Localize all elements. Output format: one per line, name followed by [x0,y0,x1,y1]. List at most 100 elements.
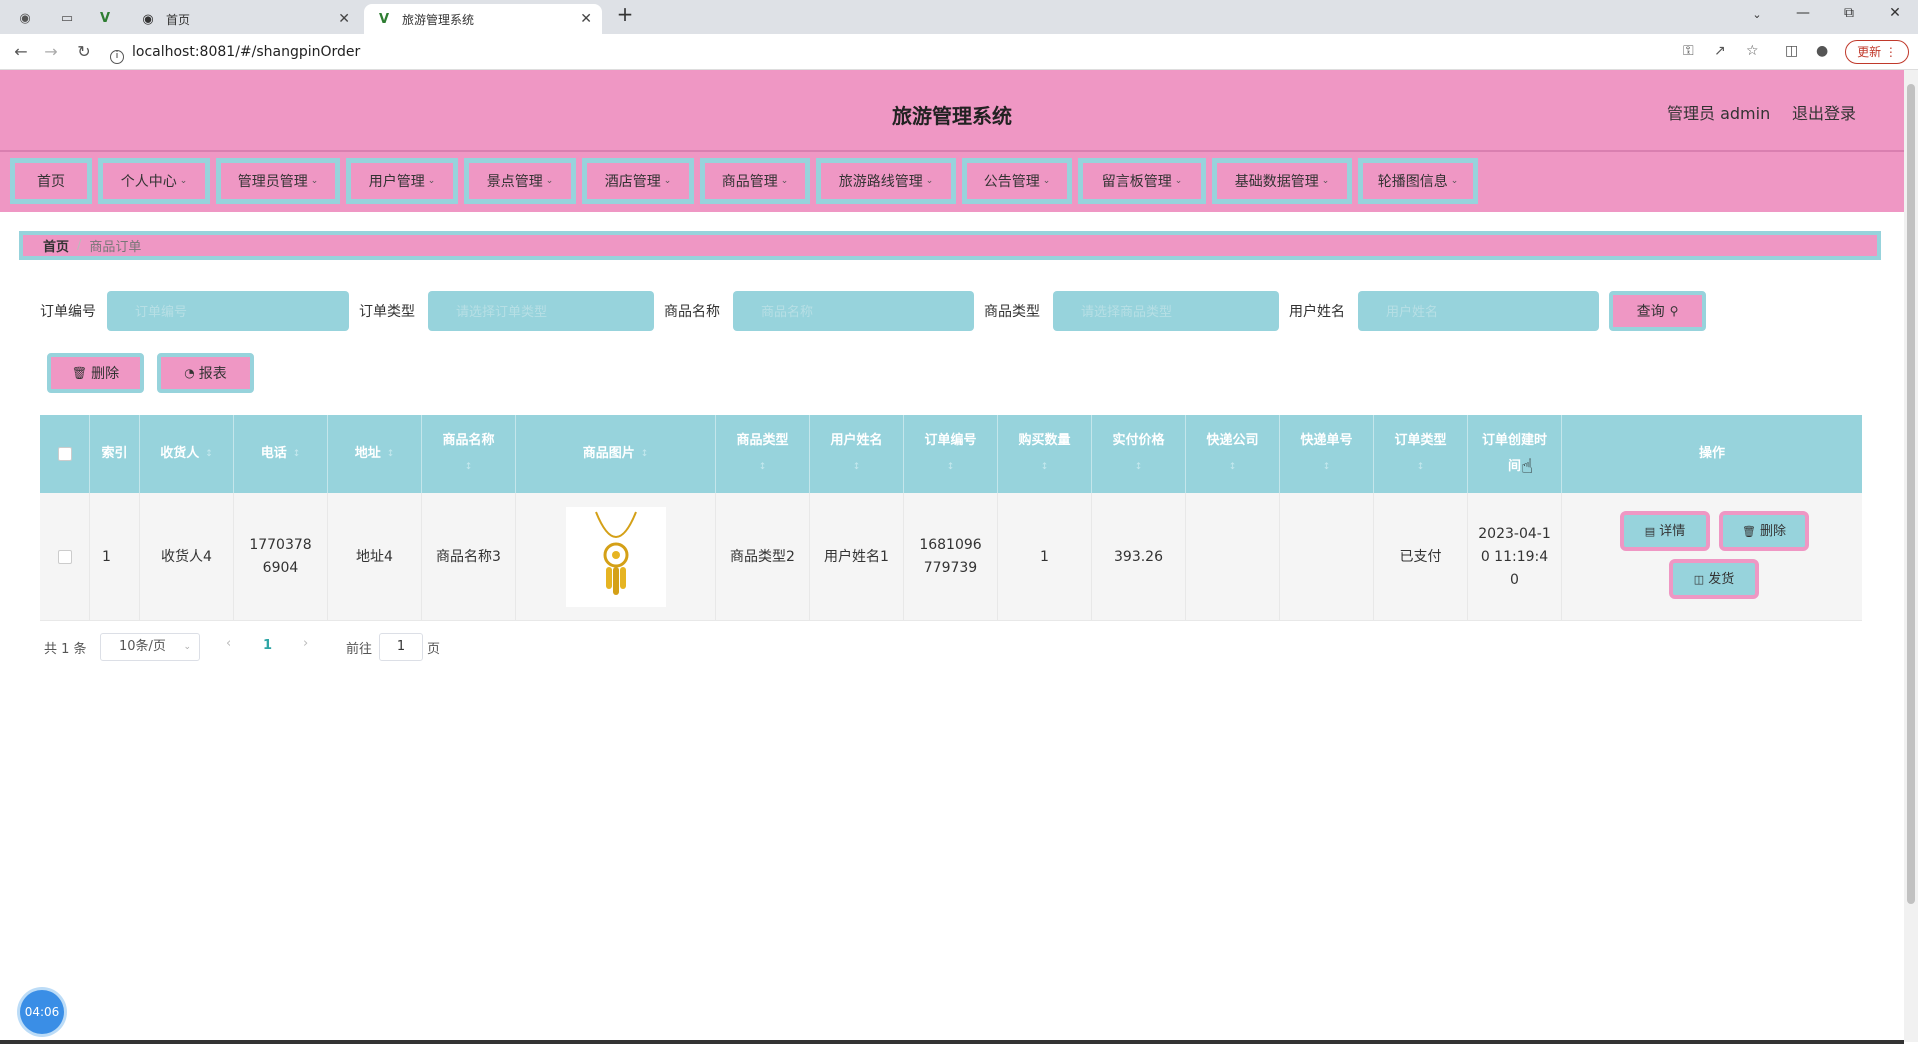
cell-phone: 17703786904 [234,493,328,621]
order-no-input[interactable] [107,291,349,331]
row-delete-button[interactable]: 🗑 删除 [1719,511,1809,551]
forward-icon[interactable]: → [40,42,62,61]
key-icon[interactable]: ⚿ [1683,43,1694,59]
nav-item-routes[interactable]: 旅游路线管理 ⌄ [816,158,956,204]
nav-item-notices[interactable]: 公告管理 ⌄ [962,158,1072,204]
minimize-button[interactable]: — [1791,5,1815,21]
breadcrumb-home[interactable]: 首页 [43,236,69,255]
globe-icon: ◉ [142,11,154,27]
sort-icon: ↕ [1322,462,1331,472]
nav-item-products[interactable]: 商品管理 ⌄ [700,158,810,204]
cell-product-name: 商品名称3 [422,493,516,621]
col-address[interactable]: 地址 ↕ [328,415,422,493]
col-product-image[interactable]: 商品图片 ↕ [516,415,716,493]
current-user: 管理员 admin [1667,104,1771,123]
col-product-name[interactable]: 商品名称 ↕ [422,415,516,493]
star-icon[interactable]: ☆ [1746,43,1759,59]
share-icon[interactable]: ↗ [1714,43,1726,59]
prev-page-icon[interactable]: ‹ [226,636,231,651]
col-order-type[interactable]: 订单类型 ↕ [1374,415,1468,493]
nav-item-users[interactable]: 用户管理 ⌄ [346,158,458,204]
profile-icon[interactable]: ● [1816,43,1828,59]
restore-button[interactable]: ⧉ [1837,5,1861,21]
cell-product-type: 商品类型2 [716,493,810,621]
chevron-down-icon: ⌄ [310,176,319,186]
col-express-company[interactable]: 快递公司 ↕ [1186,415,1280,493]
browser-tab-active[interactable]: V 旅游管理系统 ✕ [364,4,602,34]
col-price[interactable]: 实付价格 ↕ [1092,415,1186,493]
query-button[interactable]: 查询 ⚲ [1609,291,1706,331]
row-checkbox[interactable] [57,550,72,564]
goto-page-input[interactable]: 1 [379,633,423,661]
reload-icon[interactable]: ↻ [73,42,95,61]
select-all-cell [40,415,90,493]
col-order-no[interactable]: 订单编号 ↕ [904,415,998,493]
pinned-tab-icon[interactable]: ▭ [57,8,77,28]
vue-tab-icon[interactable]: V [95,8,115,28]
col-receiver[interactable]: 收货人 ↕ [140,415,234,493]
product-image[interactable] [565,507,666,607]
user-name-label: 用户姓名 [1289,304,1345,320]
info-icon: i [110,50,124,64]
col-product-type[interactable]: 商品类型 ↕ [716,415,810,493]
cell-created-time: 2023-04-10 11:19:40 [1468,493,1562,621]
book-icon: ◫ [1693,572,1705,586]
page-scrollbar[interactable] [1904,70,1918,1042]
close-icon[interactable]: ✕ [338,11,350,27]
order-type-select[interactable] [428,291,654,331]
sort-icon: ↕ [640,449,649,459]
cell-express-no [1280,493,1374,621]
ship-button[interactable]: ◫ 发货 [1669,559,1759,599]
col-index[interactable]: 索引 [90,415,140,493]
scrollbar-thumb[interactable] [1907,84,1915,904]
col-quantity[interactable]: 购买数量 ↕ [998,415,1092,493]
sidebar-icon[interactable]: ◫ [1785,43,1798,59]
bottom-border [0,1040,1904,1044]
pinned-tab-icon[interactable]: ◉ [15,8,35,28]
select-all-checkbox[interactable] [57,447,72,461]
pagination-total: 共 1 条 [44,642,87,657]
cell-quantity: 1 [998,493,1092,621]
back-icon[interactable]: ← [10,42,32,61]
url-field[interactable]: i localhost:8081/#/shangpinOrder [110,40,360,64]
nav-item-messages[interactable]: 留言板管理 ⌄ [1078,158,1206,204]
trash-icon: 🗑 [71,366,88,380]
page-number[interactable]: 1 [263,638,272,653]
nav-item-attractions[interactable]: 景点管理 ⌄ [464,158,576,204]
app-header: 旅游管理系统 管理员 admin 退出登录 [0,70,1904,152]
batch-delete-button[interactable]: 🗑 删除 [47,353,144,393]
new-tab-button[interactable]: + [613,2,637,26]
page-size-select[interactable]: 10条/页 ⌄ [100,633,200,661]
nav-item-hotels[interactable]: 酒店管理 ⌄ [582,158,694,204]
col-created-time[interactable]: 订单创建时间 [1468,415,1562,493]
cell-operations: ▤ 详情 🗑 删除 ◫ 发货 [1562,493,1862,621]
next-page-icon[interactable]: › [303,636,308,651]
nav-item-profile[interactable]: 个人中心 ⌄ [98,158,210,204]
chevron-down-icon: ⌄ [1321,176,1330,186]
chevron-down-icon: ⌄ [183,642,191,652]
logout-link[interactable]: 退出登录 [1792,100,1856,124]
app-title: 旅游管理系统 [892,104,1012,128]
cell-index: 1 [90,493,140,621]
report-button[interactable]: ◔ 报表 [157,353,254,393]
sort-icon: ↕ [852,462,861,472]
close-icon[interactable]: ✕ [580,11,592,27]
col-express-no[interactable]: 快递单号 ↕ [1280,415,1374,493]
close-window-button[interactable]: ✕ [1883,5,1907,21]
chevron-down-icon: ⌄ [545,176,554,186]
user-name-input[interactable] [1358,291,1599,331]
nav-item-basic-data[interactable]: 基础数据管理 ⌄ [1212,158,1352,204]
browser-tab-home[interactable]: ◉ 首页 ✕ [128,4,360,34]
nav-item-admin[interactable]: 管理员管理 ⌄ [216,158,340,204]
col-phone[interactable]: 电话 ↕ [234,415,328,493]
product-type-select[interactable] [1053,291,1279,331]
table-row: 1 收货人4 17703786904 地址4 商品名称3 商品类型2 用户姓名1… [40,493,1862,621]
col-user-name[interactable]: 用户姓名 ↕ [810,415,904,493]
update-button[interactable]: 更新 ⋮ [1845,40,1909,64]
nav-item-carousel[interactable]: 轮播图信息 ⌄ [1358,158,1478,204]
nav-item-home[interactable]: 首页 [10,158,92,204]
detail-button[interactable]: ▤ 详情 [1620,511,1710,551]
product-name-input[interactable] [733,291,974,331]
tab-search-icon[interactable]: ⌄ [1745,8,1769,21]
clock-badge: 04:06 [20,990,64,1034]
